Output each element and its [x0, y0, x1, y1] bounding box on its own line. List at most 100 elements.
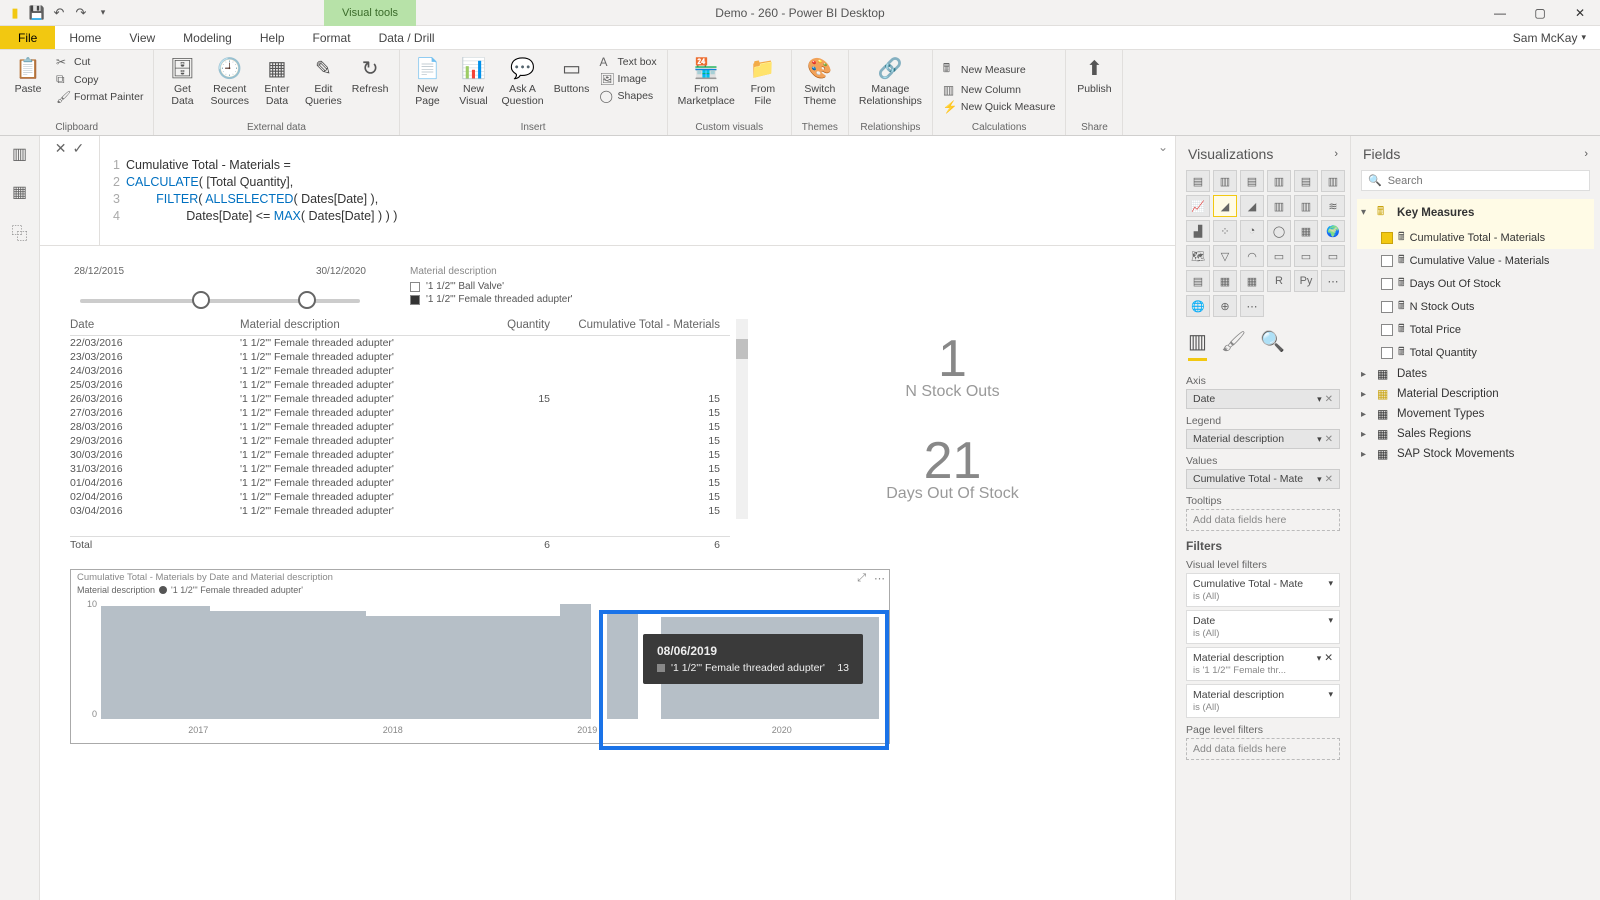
focus-mode-icon[interactable]: ⤢ [857, 572, 866, 585]
manage-relationships-button[interactable]: 🔗Manage Relationships [855, 52, 926, 109]
format-painter-button[interactable]: 🖌Format Painter [52, 89, 147, 105]
copy-button[interactable]: ⧉Copy [52, 71, 147, 88]
axis-field-chip[interactable]: Date▾ ✕ [1186, 389, 1340, 409]
table-sap-stock[interactable]: ▸▦SAP Stock Movements [1357, 444, 1594, 464]
viz-py[interactable]: Py [1294, 270, 1318, 292]
formula-commit-icon[interactable]: ✓ [73, 140, 85, 157]
viz-multi-card[interactable]: ▭ [1294, 245, 1318, 267]
measure-days-out[interactable]: 🖩Days Out Of Stock [1357, 272, 1594, 295]
viz-r[interactable]: R [1267, 270, 1291, 292]
close-icon[interactable]: ✕ [1560, 0, 1600, 26]
analytics-tab-icon[interactable]: 🔍 [1260, 329, 1285, 361]
area-chart-visual[interactable]: ⤢ ⋯ Cumulative Total - Materials by Date… [70, 569, 890, 744]
table-row[interactable]: 31/03/2016'1 1/2"' Female threaded adupt… [70, 462, 730, 476]
remove-values-icon[interactable]: ✕ [1325, 474, 1333, 485]
remove-axis-icon[interactable]: ✕ [1325, 394, 1333, 405]
checkbox-icon[interactable] [1381, 301, 1393, 313]
table-row[interactable]: 30/03/2016'1 1/2"' Female threaded adupt… [70, 448, 730, 462]
table-row[interactable]: 29/03/2016'1 1/2"' Female threaded adupt… [70, 434, 730, 448]
viz-line-column2[interactable]: ▥ [1294, 195, 1318, 217]
redo-icon[interactable]: ↷ [72, 4, 90, 22]
remove-legend-icon[interactable]: ✕ [1325, 434, 1333, 445]
viz-filled-map[interactable]: 🗺 [1186, 245, 1210, 267]
viz-matrix[interactable]: ▦ [1240, 270, 1264, 292]
report-canvas[interactable]: 28/12/201530/12/2020 Material descriptio… [40, 246, 1175, 900]
col-quantity[interactable]: Quantity [460, 319, 550, 331]
filter-cumulative[interactable]: Cumulative Total - Mate▾is (All) [1186, 573, 1340, 607]
viz-gauge[interactable]: ◠ [1240, 245, 1264, 267]
viz-kpi[interactable]: ▭ [1321, 245, 1345, 267]
minimize-icon[interactable]: — [1480, 0, 1520, 26]
tooltips-drop-zone[interactable]: Add data fields here [1186, 509, 1340, 531]
data-view-icon[interactable]: ▦ [12, 182, 27, 202]
save-icon[interactable]: 💾 [28, 4, 46, 22]
tab-format[interactable]: Format [299, 26, 365, 49]
formula-expand-icon[interactable]: ⌄ [1151, 136, 1175, 245]
viz-stacked-bar[interactable]: ▤ [1186, 170, 1210, 192]
viz-custom[interactable]: ⊕ [1213, 295, 1237, 317]
new-measure-button[interactable]: 🖩New Measure [939, 58, 1060, 81]
col-material[interactable]: Material description [240, 319, 460, 331]
switch-theme-button[interactable]: 🎨Switch Theme [798, 52, 842, 109]
table-row[interactable]: 28/03/2016'1 1/2"' Female threaded adupt… [70, 420, 730, 434]
user-account[interactable]: Sam McKay▾ [1499, 26, 1600, 49]
new-visual-button[interactable]: 📊New Visual [452, 52, 496, 109]
viz-100-bar[interactable]: ▤ [1294, 170, 1318, 192]
table-movement-types[interactable]: ▸▦Movement Types [1357, 404, 1594, 424]
more-options-icon[interactable]: ⋯ [874, 572, 885, 585]
new-page-button[interactable]: 📄New Page [406, 52, 450, 109]
viz-clustered-column[interactable]: ▥ [1267, 170, 1291, 192]
values-field-chip[interactable]: Cumulative Total - Mate▾ ✕ [1186, 469, 1340, 489]
table-material-description[interactable]: ▸▦Material Description [1357, 384, 1594, 404]
tab-data-drill[interactable]: Data / Drill [365, 26, 449, 49]
new-quick-measure-button[interactable]: ⚡New Quick Measure [939, 99, 1060, 115]
filter-material-2[interactable]: Material description▾is (All) [1186, 684, 1340, 718]
slicer-thumb-right[interactable] [298, 291, 316, 309]
viz-area[interactable]: ◢ [1213, 195, 1237, 217]
legend-field-chip[interactable]: Material description▾ ✕ [1186, 429, 1340, 449]
checkbox-checked-icon[interactable] [1381, 232, 1393, 244]
viz-scatter[interactable]: ⁘ [1213, 220, 1237, 242]
date-slicer[interactable]: 28/12/201530/12/2020 [70, 266, 370, 303]
qat-dropdown-icon[interactable]: ▾ [94, 4, 112, 22]
viz-stacked-area[interactable]: ◢ [1240, 195, 1264, 217]
measure-cumulative-value[interactable]: 🖩Cumulative Value - Materials [1357, 249, 1594, 272]
publish-button[interactable]: ⬆Publish [1072, 52, 1116, 98]
viz-funnel[interactable]: ▽ [1213, 245, 1237, 267]
checkbox-icon[interactable] [1381, 278, 1393, 290]
paste-button[interactable]: 📋Paste [6, 52, 50, 98]
filter-date[interactable]: Date▾is (All) [1186, 610, 1340, 644]
viz-card[interactable]: ▭ [1267, 245, 1291, 267]
table-key-measures[interactable]: ▾🖩Key Measures [1357, 199, 1594, 226]
table-row[interactable]: 01/04/2016'1 1/2"' Female threaded adupt… [70, 476, 730, 490]
measure-total-price[interactable]: 🖩Total Price [1357, 318, 1594, 341]
maximize-icon[interactable]: ▢ [1520, 0, 1560, 26]
table-dates[interactable]: ▸▦Dates [1357, 364, 1594, 384]
table-row[interactable]: 25/03/2016'1 1/2"' Female threaded adupt… [70, 378, 730, 392]
from-marketplace-button[interactable]: 🏪From Marketplace [674, 52, 739, 109]
get-data-button[interactable]: 🗄Get Data [160, 52, 204, 109]
checkbox-icon[interactable] [1381, 255, 1393, 267]
fields-tab-icon[interactable]: ▥ [1188, 329, 1207, 361]
ask-question-button[interactable]: 💬Ask A Question [498, 52, 548, 109]
viz-slicer[interactable]: ▤ [1186, 270, 1210, 292]
slicer-thumb-left[interactable] [192, 291, 210, 309]
table-sales-regions[interactable]: ▸▦Sales Regions [1357, 424, 1594, 444]
measure-cumulative-total[interactable]: 🖩Cumulative Total - Materials [1357, 226, 1594, 249]
checkbox-icon[interactable] [1381, 347, 1393, 359]
collapse-icon[interactable]: › [1334, 148, 1338, 160]
page-filters-drop-zone[interactable]: Add data fields here [1186, 738, 1340, 760]
from-file-button[interactable]: 📁From File [741, 52, 785, 109]
table-row[interactable]: 23/03/2016'1 1/2"' Female threaded adupt… [70, 350, 730, 364]
table-row[interactable]: 27/03/2016'1 1/2"' Female threaded adupt… [70, 406, 730, 420]
viz-donut[interactable]: ◯ [1267, 220, 1291, 242]
viz-stacked-column[interactable]: ▥ [1213, 170, 1237, 192]
table-row[interactable]: 26/03/2016'1 1/2"' Female threaded adupt… [70, 392, 730, 406]
viz-line-column[interactable]: ▥ [1267, 195, 1291, 217]
report-view-icon[interactable]: ▥ [12, 144, 27, 164]
filter-material-1[interactable]: Material description▾ ✕is '1 1/2"' Femal… [1186, 647, 1340, 681]
viz-table[interactable]: ▦ [1213, 270, 1237, 292]
viz-clustered-bar[interactable]: ▤ [1240, 170, 1264, 192]
viz-pie[interactable]: ◔ [1240, 220, 1264, 242]
tab-view[interactable]: View [115, 26, 169, 49]
